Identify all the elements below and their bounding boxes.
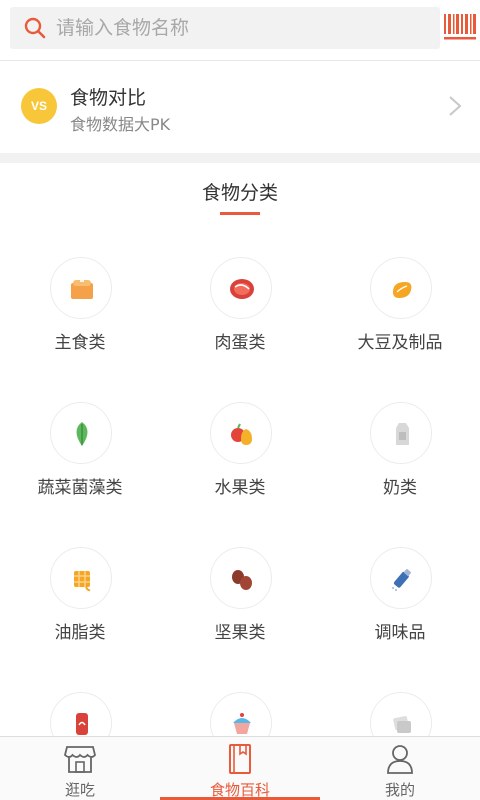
category-label: 调味品 [374,623,426,643]
shop-icon [63,746,96,773]
vs-badge-icon: VS [21,88,57,124]
category-icon-circle [370,692,432,736]
search-input[interactable] [56,7,426,49]
nut-icon [232,570,252,590]
tab-mine[interactable]: 我的 [320,737,480,800]
drink-icon [76,713,88,735]
category-icon-circle [210,692,272,736]
category-icon-circle [50,402,112,464]
section-underline [220,212,260,215]
soybean-icon [393,282,412,298]
other-food-icon [393,716,411,733]
tab-label: 逛吃 [64,781,95,799]
category-icon-circle [50,547,112,609]
category-meat-egg[interactable]: 肉蛋类 [160,240,320,385]
seasoning-icon [392,569,411,591]
category-milk[interactable]: 奶类 [320,385,480,530]
category-other[interactable] [320,675,480,736]
bottom-tab-bar: 逛吃 食物百科 我的 [0,736,480,800]
milk-icon [396,423,409,445]
vegetable-icon [76,422,88,446]
category-label: 肉蛋类 [214,333,266,353]
book-icon [229,744,251,774]
category-icon-circle [210,402,272,464]
category-icon-circle [50,257,112,319]
meat-egg-icon [230,279,254,299]
category-icon-circle [210,547,272,609]
category-grid: 主食类 肉蛋类 大豆及制品 蔬菜菌藻类 水果类 奶类 油脂类 坚果类 调味品 [0,240,480,736]
top-bar [0,0,480,56]
category-nut[interactable]: 坚果类 [160,530,320,675]
category-icon-circle [370,402,432,464]
category-seasoning[interactable]: 调味品 [320,530,480,675]
category-snack[interactable] [160,675,320,736]
barcode-scan-icon[interactable] [444,14,476,42]
fruit-icon [231,423,252,445]
category-drink[interactable] [0,675,160,736]
category-fruit[interactable]: 水果类 [160,385,320,530]
search-icon[interactable] [24,17,46,39]
chevron-right-icon [449,96,462,116]
category-icon-circle [50,692,112,736]
tab-food-encyclopedia[interactable]: 食物百科 [160,737,320,800]
compare-subtitle: 食物数据大PK [70,115,171,134]
category-label: 主食类 [54,333,106,353]
food-compare-row[interactable]: VS 食物对比 食物数据大PK [0,61,480,153]
section-title: 食物分类 [201,182,278,204]
compare-title: 食物对比 [70,87,147,109]
category-icon-circle [370,257,432,319]
oil-fat-icon [74,571,91,592]
category-label: 蔬菜菌藻类 [37,478,123,498]
staple-food-icon [71,278,93,299]
search-box[interactable] [10,7,440,49]
category-label: 油脂类 [54,623,106,643]
category-staple-food[interactable]: 主食类 [0,240,160,385]
tab-explore[interactable]: 逛吃 [0,737,160,800]
category-label: 水果类 [214,478,266,498]
category-oil-fat[interactable]: 油脂类 [0,530,160,675]
category-icon-circle [370,547,432,609]
category-label: 奶类 [383,478,417,498]
profile-icon [387,745,413,774]
category-soybean[interactable]: 大豆及制品 [320,240,480,385]
category-vegetable[interactable]: 蔬菜菌藻类 [0,385,160,530]
category-label: 大豆及制品 [357,333,443,353]
category-icon-circle [210,257,272,319]
tab-label: 我的 [384,781,415,799]
section-gap [0,153,480,163]
category-label: 坚果类 [214,623,266,643]
snack-icon [233,713,251,734]
